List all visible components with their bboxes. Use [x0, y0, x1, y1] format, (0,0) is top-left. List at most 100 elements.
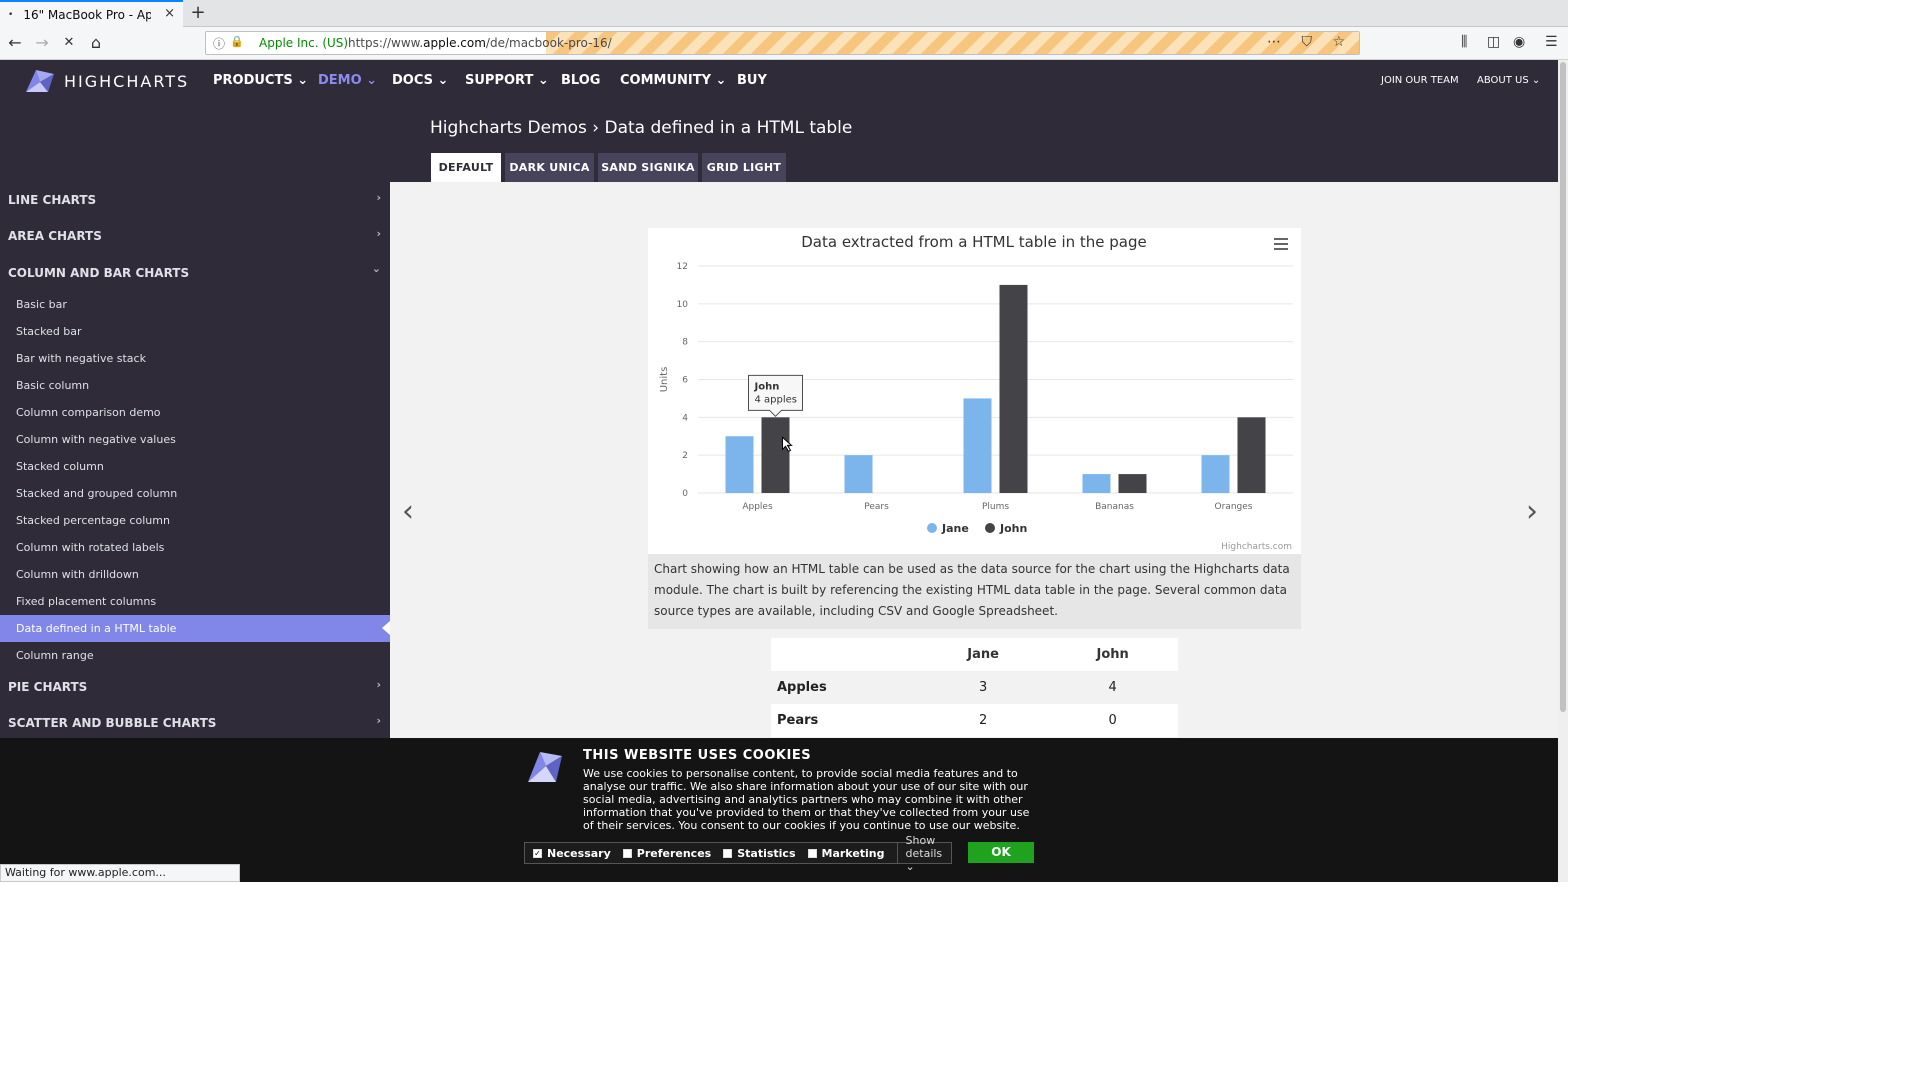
- sidebar-item-stacked-column[interactable]: Stacked column: [0, 453, 390, 480]
- y-tick-label: 6: [682, 376, 688, 386]
- demo-title-band: Highcharts Demos › Data defined in a HTM…: [0, 101, 1558, 182]
- chart-description: Chart showing how an HTML table can be u…: [648, 554, 1301, 629]
- cookie-title: THIS WEBSITE USES COOKIES: [583, 748, 812, 763]
- tab-close-icon[interactable]: ×: [164, 6, 175, 21]
- cookie-option-necessary[interactable]: ✓ Necessary: [533, 847, 611, 860]
- data-table: Jane John Apples 3 4 Pears 2 0: [771, 638, 1178, 737]
- sidebar-category-line-charts[interactable]: LINE CHARTS ›: [0, 182, 390, 218]
- sidebar-item-column-comparison[interactable]: Column comparison demo: [0, 399, 390, 426]
- sidebar-item-basic-bar[interactable]: Basic bar: [0, 291, 390, 318]
- tab-dark-unica[interactable]: DARK UNICA: [505, 153, 594, 182]
- nav-blog[interactable]: BLOG: [561, 73, 600, 88]
- scrollbar-thumb[interactable]: [1560, 62, 1566, 712]
- table-row: Pears 2 0: [771, 704, 1178, 737]
- x-tick-label: Plums: [982, 502, 1009, 512]
- url-text[interactable]: https://www.apple.com/de/macbook-pro-16/: [348, 36, 612, 50]
- column-chart: Data extracted from a HTML table in the …: [659, 233, 1293, 535]
- chart-container: Data extracted from a HTML table in the …: [648, 228, 1301, 554]
- tab-default[interactable]: DEFAULT: [431, 153, 501, 182]
- cookie-banner: THIS WEBSITE USES COOKIES We use cookies…: [0, 738, 1558, 882]
- sidebar-item-column-drilldown[interactable]: Column with drilldown: [0, 561, 390, 588]
- account-icon[interactable]: ◉: [1513, 34, 1525, 50]
- nav-docs[interactable]: DOCS ⌄: [392, 73, 448, 88]
- table-cell: 0: [1108, 713, 1117, 728]
- sidebar-item-fixed-placement-columns[interactable]: Fixed placement columns: [0, 588, 390, 615]
- lock-icon[interactable]: 🔒: [230, 35, 244, 48]
- y-tick-label: 10: [677, 300, 689, 310]
- bar-john-oranges: [1237, 417, 1266, 493]
- sidebar-item-stacked-bar[interactable]: Stacked bar: [0, 318, 390, 345]
- browser-tab[interactable]: • 16" MacBook Pro - Apple ×: [0, 0, 183, 27]
- cookie-ok-button[interactable]: OK: [968, 842, 1034, 863]
- new-tab-button[interactable]: +: [188, 2, 208, 23]
- show-details-button[interactable]: Show details ⌄: [896, 834, 951, 873]
- cookie-option-preferences[interactable]: Preferences: [622, 846, 712, 860]
- sidebar-category-scatter-bubble[interactable]: SCATTER AND BUBBLE CHARTS ›: [0, 705, 390, 741]
- table-row: Apples 3 4: [771, 671, 1178, 704]
- checkbox-icon[interactable]: [622, 848, 632, 858]
- cookie-option-marketing[interactable]: Marketing: [807, 847, 885, 860]
- x-tick-label: Pears: [864, 502, 889, 512]
- chart-credits[interactable]: Highcharts.com: [1221, 542, 1292, 552]
- sidebar-category-column-and-bar-charts[interactable]: COLUMN AND BAR CHARTS ⌄: [0, 255, 390, 291]
- previous-demo-arrow[interactable]: ‹: [402, 494, 414, 529]
- nav-buy[interactable]: BUY: [737, 73, 767, 88]
- url-bar[interactable]: ⓘ 🔒 Apple Inc. (US) https://www.apple.co…: [205, 31, 1360, 55]
- bar-john-plums: [999, 284, 1028, 493]
- nav-support[interactable]: SUPPORT ⌄: [465, 73, 549, 88]
- bar-jane-oranges: [1201, 455, 1230, 493]
- nav-community[interactable]: COMMUNITY ⌄: [620, 73, 726, 88]
- sidebar-item-data-html-table[interactable]: Data defined in a HTML table: [0, 615, 390, 642]
- info-icon[interactable]: ⓘ: [213, 35, 225, 52]
- x-tick-label: Apples: [742, 502, 773, 512]
- url-prefix: https://www.: [348, 36, 424, 50]
- nav-about-us[interactable]: ABOUT US ⌄: [1477, 75, 1540, 86]
- sidebar-item-column-rotated-labels[interactable]: Column with rotated labels: [0, 534, 390, 561]
- bar-jane-plums: [963, 398, 992, 493]
- highcharts-logo[interactable]: HIGHCHARTS: [24, 68, 189, 94]
- table-corner-cell: [771, 638, 919, 671]
- sidebar-toggle-icon[interactable]: ◫: [1487, 34, 1500, 50]
- site-identity[interactable]: Apple Inc. (US): [259, 36, 348, 50]
- checkbox-icon[interactable]: [807, 848, 817, 858]
- tab-sand-signika[interactable]: SAND SIGNIKA: [598, 153, 698, 182]
- url-path: /de/macbook-pro-16/: [485, 36, 612, 50]
- checkbox-icon[interactable]: [723, 848, 733, 858]
- sidebar-category-area-charts[interactable]: AREA CHARTS ›: [0, 218, 390, 254]
- sidebar-category-pie-charts[interactable]: PIE CHARTS ›: [0, 669, 390, 705]
- sidebar-item-column-negative-values[interactable]: Column with negative values: [0, 426, 390, 453]
- bar-john-apples: [761, 417, 790, 493]
- tooltip-series-name: John: [754, 381, 780, 392]
- chevron-right-icon: ›: [376, 678, 381, 691]
- stop-button[interactable]: ✕: [58, 33, 80, 53]
- nav-products[interactable]: PRODUCTS ⌄: [213, 73, 308, 88]
- table-cell: 3: [979, 680, 988, 695]
- chart-title: Data extracted from a HTML table in the …: [801, 233, 1147, 251]
- table-cell: 2: [979, 713, 988, 728]
- home-button[interactable]: ⌂: [85, 33, 107, 53]
- bar-john-bananas: [1118, 474, 1147, 493]
- library-icon[interactable]: ⫼: [1461, 34, 1467, 50]
- sidebar-item-basic-column[interactable]: Basic column: [0, 372, 390, 399]
- chart-context-menu-icon[interactable]: [1274, 238, 1288, 250]
- sidebar-item-stacked-grouped-column[interactable]: Stacked and grouped column: [0, 480, 390, 507]
- forward-button[interactable]: →: [31, 33, 53, 53]
- back-button[interactable]: ←: [4, 33, 26, 53]
- sidebar-item-bar-negative-stack[interactable]: Bar with negative stack: [0, 345, 390, 372]
- option-label: Preferences: [636, 846, 712, 860]
- y-axis-title: Units: [659, 367, 670, 393]
- cookie-option-statistics[interactable]: Statistics: [723, 847, 796, 860]
- tab-grid-light[interactable]: GRID LIGHT: [702, 153, 786, 182]
- nav-demo[interactable]: DEMO ⌄: [318, 73, 377, 88]
- sidebar-item-stacked-percentage-column[interactable]: Stacked percentage column: [0, 507, 390, 534]
- next-demo-arrow[interactable]: ›: [1526, 494, 1538, 529]
- page-scrollbar[interactable]: [1558, 60, 1568, 882]
- x-tick-label: Bananas: [1095, 502, 1134, 512]
- sidebar-item-column-range[interactable]: Column range: [0, 642, 390, 669]
- page-actions-icons[interactable]: ⋯ ⛉ ☆: [1267, 34, 1353, 50]
- y-tick-label: 2: [682, 451, 688, 461]
- checkbox-checked-icon[interactable]: ✓: [533, 848, 542, 858]
- legend-label-jane: Jane: [941, 522, 969, 535]
- nav-join-our-team[interactable]: JOIN OUR TEAM: [1381, 75, 1459, 86]
- app-menu-icon[interactable]: ☰: [1545, 34, 1558, 50]
